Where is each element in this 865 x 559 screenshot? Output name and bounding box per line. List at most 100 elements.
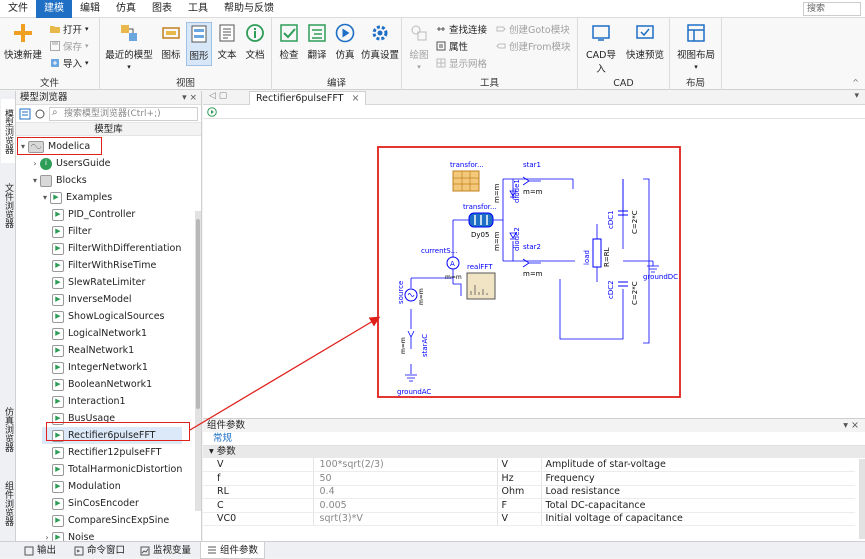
tree-item[interactable]: › i UsersGuide bbox=[30, 155, 111, 172]
table-row[interactable]: V 100*sqrt(2/3) V Amplitude of star-voltage bbox=[203, 458, 855, 472]
chevron-down-icon[interactable]: ▾ bbox=[30, 172, 40, 189]
tab-simulation-browser[interactable]: 仿真浏览器 bbox=[1, 397, 15, 461]
tree-item[interactable]: ▶ PID_Controller bbox=[42, 206, 135, 223]
menu-chart[interactable]: 图表 bbox=[144, 0, 180, 18]
menu-edit[interactable]: 编辑 bbox=[72, 0, 108, 18]
param-value[interactable]: 100*sqrt(2/3) bbox=[312, 458, 497, 472]
menu-simulate[interactable]: 仿真 bbox=[108, 0, 144, 18]
tree-item[interactable]: ▶ FilterWithDifferentiation bbox=[42, 240, 181, 257]
tab-output[interactable]: 输出 bbox=[24, 542, 56, 559]
param-value[interactable]: sqrt(3)*V bbox=[312, 512, 497, 526]
tab-command-window[interactable]: 命令窗口 bbox=[74, 542, 125, 559]
tree-item[interactable]: ▶ SinCosEncoder bbox=[42, 495, 139, 512]
real-fft-block[interactable]: realFFT bbox=[466, 263, 496, 300]
scrollbar-thumb[interactable] bbox=[196, 219, 200, 409]
create-from-button[interactable]: 创建From模块 bbox=[496, 39, 571, 53]
params-scrollbar[interactable] bbox=[859, 459, 865, 539]
tree-item[interactable]: ▶ CompareSincExpSine bbox=[42, 512, 169, 529]
menu-file[interactable]: 文件 bbox=[0, 0, 36, 18]
diagram-canvas[interactable]: transfor... transfor... Dy05 star1 m=m s… bbox=[203, 119, 865, 418]
param-value[interactable]: 0.005 bbox=[312, 498, 497, 513]
quick-new-button[interactable]: 快速新建 bbox=[4, 22, 42, 61]
panel-menu-icon[interactable]: ▾ × bbox=[182, 91, 197, 105]
view-layout-button[interactable]: 视图布局 ▾ bbox=[674, 22, 718, 72]
tree-item[interactable]: ▾ ▶ Examples bbox=[40, 189, 112, 206]
panel-menu-icon[interactable]: ▾ × bbox=[843, 419, 859, 432]
tab-component-browser[interactable]: 组件浏览器 bbox=[1, 471, 15, 535]
menu-tools[interactable]: 工具 bbox=[180, 0, 216, 18]
tree-item[interactable]: ▶ Interaction1 bbox=[42, 393, 126, 410]
open-button[interactable]: 打开 ▾ bbox=[50, 22, 89, 36]
global-search-input[interactable]: 搜索 bbox=[803, 2, 861, 16]
properties-button[interactable]: 属性 bbox=[436, 39, 468, 53]
ground-ac[interactable]: groundAC bbox=[397, 374, 431, 396]
sim-settings-button[interactable]: 仿真设置 bbox=[360, 22, 400, 61]
chevron-down-icon[interactable]: ▾ bbox=[40, 189, 50, 206]
tab-rectifier6pulsefft[interactable]: Rectifier6pulseFFT × bbox=[249, 91, 367, 105]
tree-scrollbar[interactable] bbox=[195, 211, 201, 511]
create-goto-button[interactable]: 创建Goto模块 bbox=[496, 22, 570, 36]
tree-item[interactable]: ▶ InverseModel bbox=[42, 291, 132, 308]
current-sensor[interactable]: A currentS... m=m bbox=[421, 247, 462, 281]
collapse-ribbon-icon[interactable]: ^ bbox=[852, 78, 859, 87]
tree-item[interactable]: ▶ TotalHarmonicDistortion bbox=[42, 461, 182, 478]
model-search-input[interactable]: 搜索模型浏览器(Ctrl+;) bbox=[49, 106, 198, 121]
doc-view-button[interactable]: 文档 bbox=[242, 22, 268, 61]
tree-item[interactable]: ▶ BooleanNetwork1 bbox=[42, 376, 152, 393]
check-button[interactable]: 检查 bbox=[276, 22, 302, 61]
icon-view-button[interactable]: 图标 bbox=[158, 22, 184, 61]
table-row[interactable]: VC0 sqrt(3)*V V Initial voltage of capacita… bbox=[203, 512, 855, 526]
library-icon[interactable] bbox=[19, 108, 31, 120]
tree-item[interactable]: ▶ SlewRateLimiter bbox=[42, 274, 145, 291]
tab-file-browser[interactable]: 文件浏览器 bbox=[1, 173, 15, 237]
param-value[interactable]: 0.4 bbox=[312, 485, 497, 499]
tab-watch-variables[interactable]: 监视变量 bbox=[140, 542, 191, 559]
tab-list-icon[interactable]: ▾ bbox=[854, 91, 859, 101]
save-button[interactable]: 保存 ▾ bbox=[50, 39, 89, 53]
params-group-header[interactable]: ▾ 参数 bbox=[203, 446, 865, 458]
star-ac-component[interactable]: starAC m=m bbox=[400, 330, 429, 357]
cad-import-button[interactable]: CAD导入 bbox=[582, 22, 620, 75]
diode2-component[interactable]: diode2 m=m bbox=[493, 227, 521, 251]
play-icon[interactable] bbox=[207, 107, 217, 117]
refresh-icon[interactable] bbox=[34, 108, 46, 120]
tab-component-params[interactable]: 组件参数 bbox=[200, 542, 266, 559]
tree-item[interactable]: ▶ Rectifier12pulseFFT bbox=[42, 444, 161, 461]
table-row[interactable]: C 0.005 F Total DC-capacitance bbox=[203, 498, 855, 513]
menu-modeling[interactable]: 建模 bbox=[36, 0, 72, 18]
diagram-view-button[interactable]: 图形 bbox=[186, 22, 212, 66]
text-view-button[interactable]: 文本 bbox=[214, 22, 240, 61]
translate-button[interactable]: 翻译 bbox=[304, 22, 330, 61]
close-icon[interactable]: × bbox=[351, 93, 359, 104]
chevron-right-icon[interactable]: › bbox=[30, 155, 40, 172]
star2-component[interactable]: star2 m=m bbox=[522, 243, 543, 278]
ground-dc[interactable]: groundDC bbox=[623, 260, 678, 281]
find-connection-button[interactable]: 查找连接 bbox=[436, 22, 487, 36]
load-resistor[interactable]: load R=RL bbox=[583, 224, 611, 282]
tree-item[interactable]: ▾ Blocks bbox=[30, 172, 87, 189]
recent-models-button[interactable]: 最近的模型 ▾ bbox=[104, 22, 154, 72]
tab-general[interactable]: 常规 bbox=[203, 432, 865, 446]
transformer-component-top[interactable]: transfor... bbox=[450, 161, 484, 192]
tree-item[interactable]: ▶ ShowLogicalSources bbox=[42, 308, 165, 325]
tree-item[interactable]: ▶ FilterWithRiseTime bbox=[42, 257, 156, 274]
star1-component[interactable]: star1 m=m bbox=[522, 161, 543, 196]
param-value[interactable]: 50 bbox=[312, 471, 497, 486]
editor-nav-icon[interactable]: ◁ ▢ bbox=[209, 91, 227, 101]
tab-model-browser[interactable]: 模型浏览器 bbox=[1, 99, 15, 163]
transformer-component[interactable]: transfor... Dy05 bbox=[463, 203, 497, 239]
menu-help[interactable]: 帮助与反馈 bbox=[216, 0, 282, 18]
simulate-button[interactable]: 仿真 bbox=[332, 22, 358, 61]
tree-item[interactable]: ▶ Filter bbox=[42, 223, 92, 240]
show-grid-button[interactable]: 显示网格 bbox=[436, 56, 487, 70]
tree-item[interactable]: ▶ Modulation bbox=[42, 478, 121, 495]
table-row[interactable]: RL 0.4 Ohm Load resistance bbox=[203, 485, 855, 499]
import-button[interactable]: 导入 ▾ bbox=[50, 56, 89, 70]
tree-item[interactable]: ▶ IntegerNetwork1 bbox=[42, 359, 148, 376]
table-row[interactable]: f 50 Hz Frequency bbox=[203, 471, 855, 486]
diode1-component[interactable]: diode1 m=m bbox=[493, 179, 521, 203]
quick-preview-button[interactable]: 快速预览 bbox=[624, 22, 666, 61]
tree-item[interactable]: ▶ RealNetwork1 bbox=[42, 342, 134, 359]
draw-button[interactable]: 绘图 ▾ bbox=[406, 22, 432, 72]
tree-item[interactable]: ▶ LogicalNetwork1 bbox=[42, 325, 147, 342]
